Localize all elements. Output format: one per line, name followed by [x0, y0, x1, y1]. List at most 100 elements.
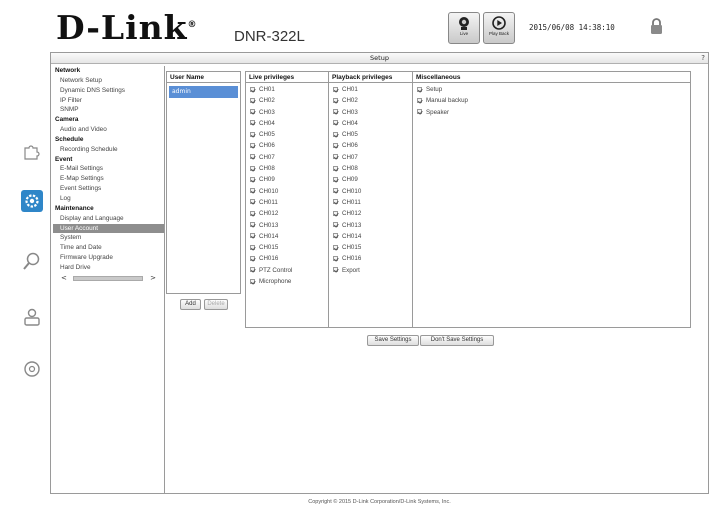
live-privilege-row[interactable]: CH06 — [246, 140, 328, 151]
dont-save-settings-button[interactable]: Don't Save Settings — [420, 335, 494, 346]
person-icon[interactable] — [21, 306, 43, 328]
playback-privilege-row[interactable]: CH05 — [329, 129, 412, 140]
checkbox-checked-icon[interactable] — [250, 86, 255, 92]
checkbox-checked-icon[interactable] — [250, 154, 255, 160]
checkbox-checked-icon[interactable] — [333, 120, 338, 126]
sidebar-item[interactable]: Log — [53, 194, 164, 204]
checkbox-checked-icon[interactable] — [333, 233, 338, 239]
checkbox-checked-icon[interactable] — [250, 210, 255, 216]
live-privilege-row[interactable]: CH013 — [246, 220, 328, 231]
live-privilege-row[interactable]: CH02 — [246, 95, 328, 106]
checkbox-checked-icon[interactable] — [250, 222, 255, 228]
checkbox-checked-icon[interactable] — [333, 210, 338, 216]
live-privilege-row[interactable]: CH015 — [246, 242, 328, 253]
sidebar-item[interactable]: Firmware Upgrade — [53, 253, 164, 263]
misc-privilege-row[interactable]: Speaker — [413, 107, 690, 118]
puzzle-icon[interactable] — [21, 140, 43, 162]
live-privilege-row[interactable]: CH011 — [246, 197, 328, 208]
checkbox-checked-icon[interactable] — [333, 86, 338, 92]
playback-privilege-row[interactable]: CH011 — [329, 197, 412, 208]
sidebar-item[interactable]: Event Settings — [53, 184, 164, 194]
misc-privilege-row[interactable]: Manual backup — [413, 95, 690, 106]
scroll-left-icon[interactable]: < — [61, 273, 67, 283]
help-icon[interactable]: ? — [701, 53, 705, 63]
live-privilege-row[interactable]: CH01 — [246, 84, 328, 95]
sidebar-item[interactable]: Network Setup — [53, 76, 164, 86]
sidebar-item[interactable]: Time and Date — [53, 243, 164, 253]
disc-icon[interactable] — [21, 358, 43, 380]
checkbox-checked-icon[interactable] — [333, 222, 338, 228]
misc-privilege-row[interactable]: Setup — [413, 84, 690, 95]
sidebar-item[interactable]: Recording Schedule — [53, 145, 164, 155]
checkbox-checked-icon[interactable] — [333, 142, 338, 148]
add-user-button[interactable]: Add — [180, 299, 201, 310]
user-list-item[interactable]: admin — [169, 86, 238, 98]
delete-user-button[interactable]: Delete — [204, 299, 228, 310]
sidebar-item[interactable]: Display and Language — [53, 214, 164, 224]
checkbox-checked-icon[interactable] — [333, 131, 338, 137]
playback-privilege-row[interactable]: CH015 — [329, 242, 412, 253]
checkbox-checked-icon[interactable] — [333, 97, 338, 103]
checkbox-checked-icon[interactable] — [333, 109, 338, 115]
checkbox-checked-icon[interactable] — [250, 97, 255, 103]
playback-button[interactable]: Play Back — [483, 12, 515, 44]
checkbox-checked-icon[interactable] — [250, 120, 255, 126]
playback-privilege-row[interactable]: CH03 — [329, 107, 412, 118]
live-privilege-row[interactable]: CH016 — [246, 253, 328, 264]
playback-privilege-row[interactable]: CH06 — [329, 140, 412, 151]
playback-privilege-row[interactable]: Export — [329, 265, 412, 276]
sidebar-item[interactable]: E-Map Settings — [53, 174, 164, 184]
playback-privilege-row[interactable]: CH09 — [329, 174, 412, 185]
scroll-right-icon[interactable]: > — [150, 273, 156, 283]
checkbox-checked-icon[interactable] — [250, 255, 255, 261]
live-privilege-row[interactable]: CH08 — [246, 163, 328, 174]
sidebar-item[interactable]: Audio and Video — [53, 125, 164, 135]
checkbox-checked-icon[interactable] — [333, 176, 338, 182]
setup-gear-icon[interactable] — [21, 190, 43, 212]
checkbox-checked-icon[interactable] — [250, 142, 255, 148]
playback-privilege-row[interactable]: CH014 — [329, 231, 412, 242]
sidebar-item[interactable]: Hard Drive — [53, 263, 164, 273]
playback-privilege-row[interactable]: CH08 — [329, 163, 412, 174]
scroll-thumb[interactable] — [73, 275, 143, 281]
playback-privilege-row[interactable]: CH02 — [329, 95, 412, 106]
checkbox-checked-icon[interactable] — [250, 188, 255, 194]
checkbox-checked-icon[interactable] — [417, 97, 422, 103]
checkbox-checked-icon[interactable] — [333, 165, 338, 171]
sidebar-item[interactable]: E-Mail Settings — [53, 164, 164, 174]
sidebar-item[interactable]: IP Filter — [53, 96, 164, 106]
checkbox-checked-icon[interactable] — [333, 255, 338, 261]
sidebar-item[interactable]: User Account — [53, 223, 164, 234]
playback-privilege-row[interactable]: CH04 — [329, 118, 412, 129]
checkbox-checked-icon[interactable] — [333, 188, 338, 194]
search-icon[interactable] — [21, 250, 43, 272]
checkbox-checked-icon[interactable] — [250, 176, 255, 182]
checkbox-checked-icon[interactable] — [250, 199, 255, 205]
checkbox-checked-icon[interactable] — [250, 244, 255, 250]
live-privilege-row[interactable]: CH09 — [246, 174, 328, 185]
playback-privilege-row[interactable]: CH010 — [329, 186, 412, 197]
live-privilege-row[interactable]: CH05 — [246, 129, 328, 140]
checkbox-checked-icon[interactable] — [333, 267, 338, 273]
checkbox-checked-icon[interactable] — [333, 154, 338, 160]
playback-privilege-row[interactable]: CH013 — [329, 220, 412, 231]
playback-privilege-row[interactable]: CH01 — [329, 84, 412, 95]
checkbox-checked-icon[interactable] — [333, 244, 338, 250]
live-privilege-row[interactable]: CH012 — [246, 208, 328, 219]
save-settings-button[interactable]: Save Settings — [367, 335, 419, 346]
live-privilege-row[interactable]: Microphone — [246, 276, 328, 287]
live-button[interactable]: Live — [448, 12, 480, 44]
sidebar-item[interactable]: SNMP — [53, 105, 164, 115]
live-privilege-row[interactable]: CH03 — [246, 107, 328, 118]
checkbox-checked-icon[interactable] — [333, 199, 338, 205]
live-privilege-row[interactable]: PTZ Control — [246, 265, 328, 276]
checkbox-checked-icon[interactable] — [250, 109, 255, 115]
checkbox-checked-icon[interactable] — [250, 278, 255, 284]
checkbox-checked-icon[interactable] — [417, 109, 422, 115]
live-privilege-row[interactable]: CH010 — [246, 186, 328, 197]
sidebar-horizontal-scrollbar[interactable]: < > — [61, 273, 156, 283]
checkbox-checked-icon[interactable] — [250, 131, 255, 137]
live-privilege-row[interactable]: CH014 — [246, 231, 328, 242]
sidebar-item[interactable]: Dynamic DNS Settings — [53, 86, 164, 96]
sidebar-item[interactable]: System — [53, 233, 164, 243]
